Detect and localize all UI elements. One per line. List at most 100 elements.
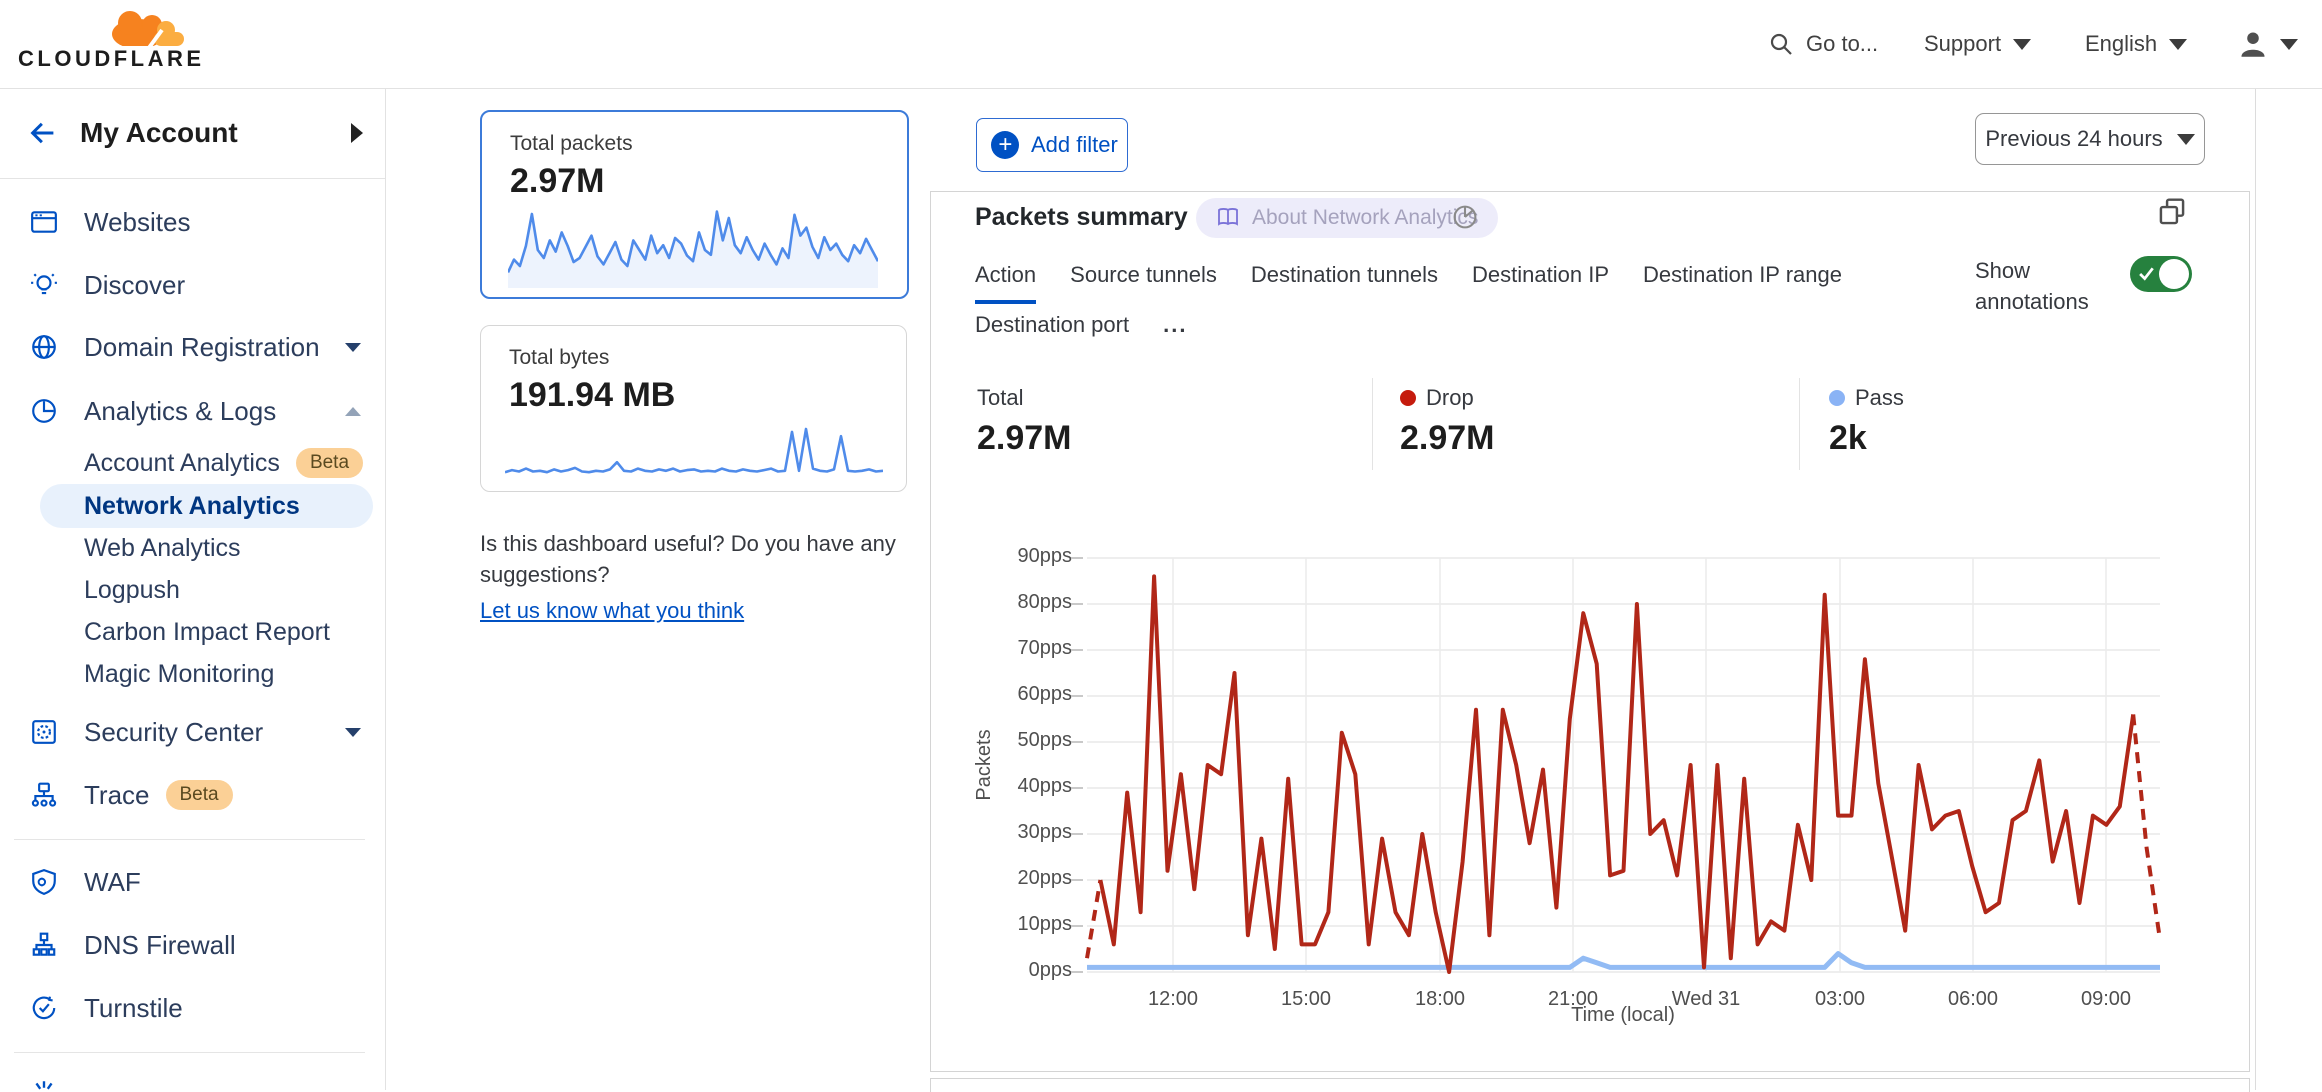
trace-diagram-icon <box>30 781 58 809</box>
sidebar-item-label: Websites <box>84 207 190 238</box>
x-tick-label: 12:00 <box>1113 988 1233 1011</box>
sidebar-divider <box>14 1052 365 1053</box>
sidebar-item-label: Magic Monitoring <box>84 660 274 689</box>
language-menu[interactable]: English <box>2085 0 2187 88</box>
sidebar-item-web-analytics[interactable]: Web Analytics <box>0 526 385 570</box>
sidebar-item-account-analytics[interactable]: Account Analytics Beta <box>0 441 385 485</box>
summary-tabs: Action Source tunnels Destination tunnel… <box>975 262 1842 304</box>
sidebar-item-websites[interactable]: Websites <box>0 196 385 248</box>
sidebar-item-label: Domain Registration <box>84 332 320 363</box>
y-tick-label: 90pps <box>930 545 1072 568</box>
add-filter-button[interactable]: + Add filter <box>976 118 1128 172</box>
x-tick-label: 06:00 <box>1913 988 2033 1011</box>
sidebar-item-carbon-impact-report[interactable]: Carbon Impact Report <box>0 610 385 654</box>
account-menu[interactable] <box>2238 0 2298 88</box>
card-title: Total packets <box>510 132 907 156</box>
globe-icon <box>30 333 58 361</box>
y-tick-label: 20pps <box>930 867 1072 890</box>
sidebar-divider <box>14 839 365 840</box>
sidebar-item-security-center[interactable]: Security Center <box>0 706 385 758</box>
tab-destination-port[interactable]: Destination port <box>975 312 1129 350</box>
sidebar-item-trace[interactable]: Trace Beta <box>0 769 385 821</box>
drop-legend-dot <box>1400 390 1416 406</box>
sidebar-item-network-analytics[interactable]: Network Analytics <box>40 484 373 528</box>
sidebar-item-label: Web Analytics <box>84 534 241 563</box>
sidebar-item-label: Discover <box>84 270 185 301</box>
sidebar-item-waf[interactable]: WAF <box>0 856 385 908</box>
chevron-down-icon <box>2280 39 2298 50</box>
sidebar-item-dns-firewall[interactable]: DNS Firewall <box>0 919 385 971</box>
sidebar-item-label: Security Center <box>84 717 263 748</box>
chevron-down-icon <box>345 343 361 352</box>
more-tabs-button[interactable]: ... <box>1163 312 1187 350</box>
sidebar-item-label: Trace <box>84 780 150 811</box>
sidebar-item-label: Analytics & Logs <box>84 396 276 427</box>
sidebar-item-label: Turnstile <box>84 993 183 1024</box>
support-menu[interactable]: Support <box>1924 0 2031 88</box>
tab-destination-ip[interactable]: Destination IP <box>1472 262 1609 304</box>
sidebar-item-label: Account Analytics <box>84 449 280 478</box>
y-tick-label: 30pps <box>930 821 1072 844</box>
burst-icon <box>30 1078 58 1090</box>
tab-destination-tunnels[interactable]: Destination tunnels <box>1251 262 1438 304</box>
chevron-right-icon[interactable] <box>351 123 363 143</box>
tab-destination-ip-range[interactable]: Destination IP range <box>1643 262 1842 304</box>
sidebar-item-domain-registration[interactable]: Domain Registration <box>0 321 385 373</box>
section-title: Packets summary <box>975 203 1188 232</box>
sidebar-item-logpush[interactable]: Logpush <box>0 568 385 612</box>
total-packets-card[interactable]: Total packets 2.97M <box>480 110 909 299</box>
circular-check-icon <box>30 994 58 1022</box>
chevron-down-icon <box>2169 39 2187 50</box>
tab-source-tunnels[interactable]: Source tunnels <box>1070 262 1217 304</box>
support-label: Support <box>1924 31 2001 57</box>
time-range-dropdown[interactable]: Previous 24 hours <box>1975 113 2205 165</box>
pie-chart-icon[interactable] <box>1450 202 1480 232</box>
show-annotations-toggle[interactable] <box>2130 256 2192 292</box>
arrow-left-icon[interactable] <box>28 118 58 148</box>
copy-expand-icon[interactable] <box>2156 196 2188 228</box>
go-to-search[interactable]: Go to... <box>1768 0 1878 88</box>
pass-legend-dot <box>1829 390 1845 406</box>
sidebar-item-analytics-logs[interactable]: Analytics & Logs <box>0 385 385 437</box>
sidebar-item-magic-monitoring[interactable]: Magic Monitoring <box>0 652 385 696</box>
x-tick-label: 15:00 <box>1246 988 1366 1011</box>
shield-gear-icon <box>30 868 58 896</box>
analytics-pie-icon <box>30 397 58 425</box>
total-packets-sparkline <box>508 200 878 288</box>
card-title: Total bytes <box>509 346 906 370</box>
scroll-gutter[interactable] <box>2255 88 2256 1090</box>
x-tick-label: 18:00 <box>1380 988 1500 1011</box>
y-tick-label: 50pps <box>930 729 1072 752</box>
top-header: CLOUDFLARE Go to... Support English <box>0 0 2322 89</box>
chevron-down-icon <box>2177 134 2195 145</box>
check-icon <box>2138 266 2156 282</box>
sidebar-item-partial[interactable] <box>0 1066 385 1090</box>
tab-action[interactable]: Action <box>975 262 1036 304</box>
stat-divider <box>1799 378 1800 470</box>
card-value: 2.97M <box>510 162 907 201</box>
stat-drop: Drop 2.97M <box>1400 385 1495 458</box>
sidebar-item-label: WAF <box>84 867 141 898</box>
book-icon <box>1216 206 1240 230</box>
sidebar-item-discover[interactable]: Discover <box>0 259 385 311</box>
stat-total: Total 2.97M <box>977 385 1072 458</box>
stat-value: 2k <box>1829 419 1904 458</box>
stat-label: Drop <box>1426 385 1474 410</box>
cloudflare-logo-icon <box>96 6 196 50</box>
brand-name: CLOUDFLARE <box>18 46 205 72</box>
total-bytes-card[interactable]: Total bytes 191.94 MB <box>480 325 907 492</box>
user-icon <box>2238 29 2268 59</box>
chevron-up-icon <box>345 407 361 416</box>
lightbulb-icon <box>30 271 58 299</box>
y-tick-label: 70pps <box>930 637 1072 660</box>
x-tick-label: 09:00 <box>2046 988 2166 1011</box>
security-vault-icon <box>30 718 58 746</box>
beta-badge: Beta <box>296 448 363 478</box>
stat-value: 2.97M <box>1400 419 1495 458</box>
sidebar-account-header[interactable]: My Account <box>0 88 385 179</box>
sidebar-item-turnstile[interactable]: Turnstile <box>0 982 385 1034</box>
y-tick-label: 0pps <box>930 959 1072 982</box>
chevron-down-icon <box>2013 39 2031 50</box>
feedback-link[interactable]: Let us know what you think <box>480 598 744 624</box>
sidebar-item-label: DNS Firewall <box>84 930 236 961</box>
